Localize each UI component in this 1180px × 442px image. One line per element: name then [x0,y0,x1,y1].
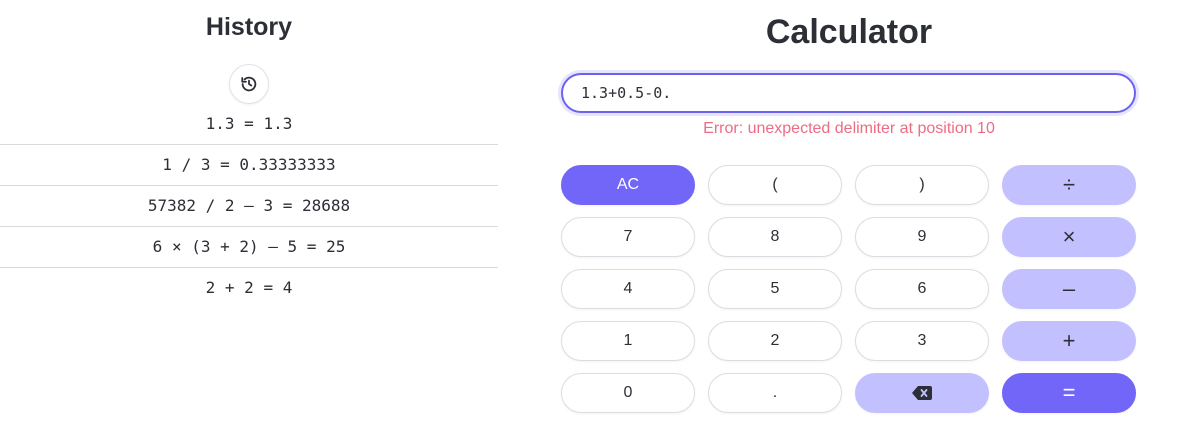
history-icon [240,75,258,93]
plus-button[interactable]: + [1002,321,1136,361]
minus-button[interactable]: – [1002,269,1136,309]
history-entry[interactable]: 1.3 = 1.3 [0,104,498,145]
error-message: Error: unexpected delimiter at position … [703,120,995,137]
digit-9-button[interactable]: 9 [855,217,989,257]
open-paren-button[interactable]: ( [708,165,842,205]
close-paren-button[interactable]: ) [855,165,989,205]
history-button[interactable] [229,64,269,104]
history-entry[interactable]: 6 × (3 + 2) – 5 = 25 [0,227,498,268]
digit-3-button[interactable]: 3 [855,321,989,361]
divide-button[interactable]: ÷ [1002,165,1136,205]
multiply-button[interactable]: × [1002,217,1136,257]
history-title: History [205,13,293,41]
digit-2-button[interactable]: 2 [708,321,842,361]
clear-button[interactable]: AC [561,165,695,205]
calculator-app: History 1.3 = 1.3 1 / 3 = 0.33333333 573… [0,0,1180,442]
digit-8-button[interactable]: 8 [708,217,842,257]
history-panel: History 1.3 = 1.3 1 / 3 = 0.33333333 573… [0,0,498,442]
history-entry[interactable]: 2 + 2 = 4 [0,268,498,308]
expression-input[interactable] [561,73,1136,113]
digit-1-button[interactable]: 1 [561,321,695,361]
history-entry[interactable]: 57382 / 2 – 3 = 28688 [0,186,498,227]
digit-5-button[interactable]: 5 [708,269,842,309]
digit-7-button[interactable]: 7 [561,217,695,257]
digit-6-button[interactable]: 6 [855,269,989,309]
equals-button[interactable]: = [1002,373,1136,413]
history-entry[interactable]: 1 / 3 = 0.33333333 [0,145,498,186]
digit-0-button[interactable]: 0 [561,373,695,413]
calculator-panel: Calculator Error: unexpected delimiter a… [560,0,1138,442]
digit-4-button[interactable]: 4 [561,269,695,309]
history-list: 1.3 = 1.3 1 / 3 = 0.33333333 57382 / 2 –… [0,104,498,308]
backspace-button[interactable] [855,373,989,413]
calculator-title: Calculator [765,13,933,51]
keypad: AC ( ) ÷ 7 8 9 × 4 5 6 – 1 2 3 + 0 . = [561,165,1136,413]
backspace-icon [912,386,932,400]
decimal-point-button[interactable]: . [708,373,842,413]
